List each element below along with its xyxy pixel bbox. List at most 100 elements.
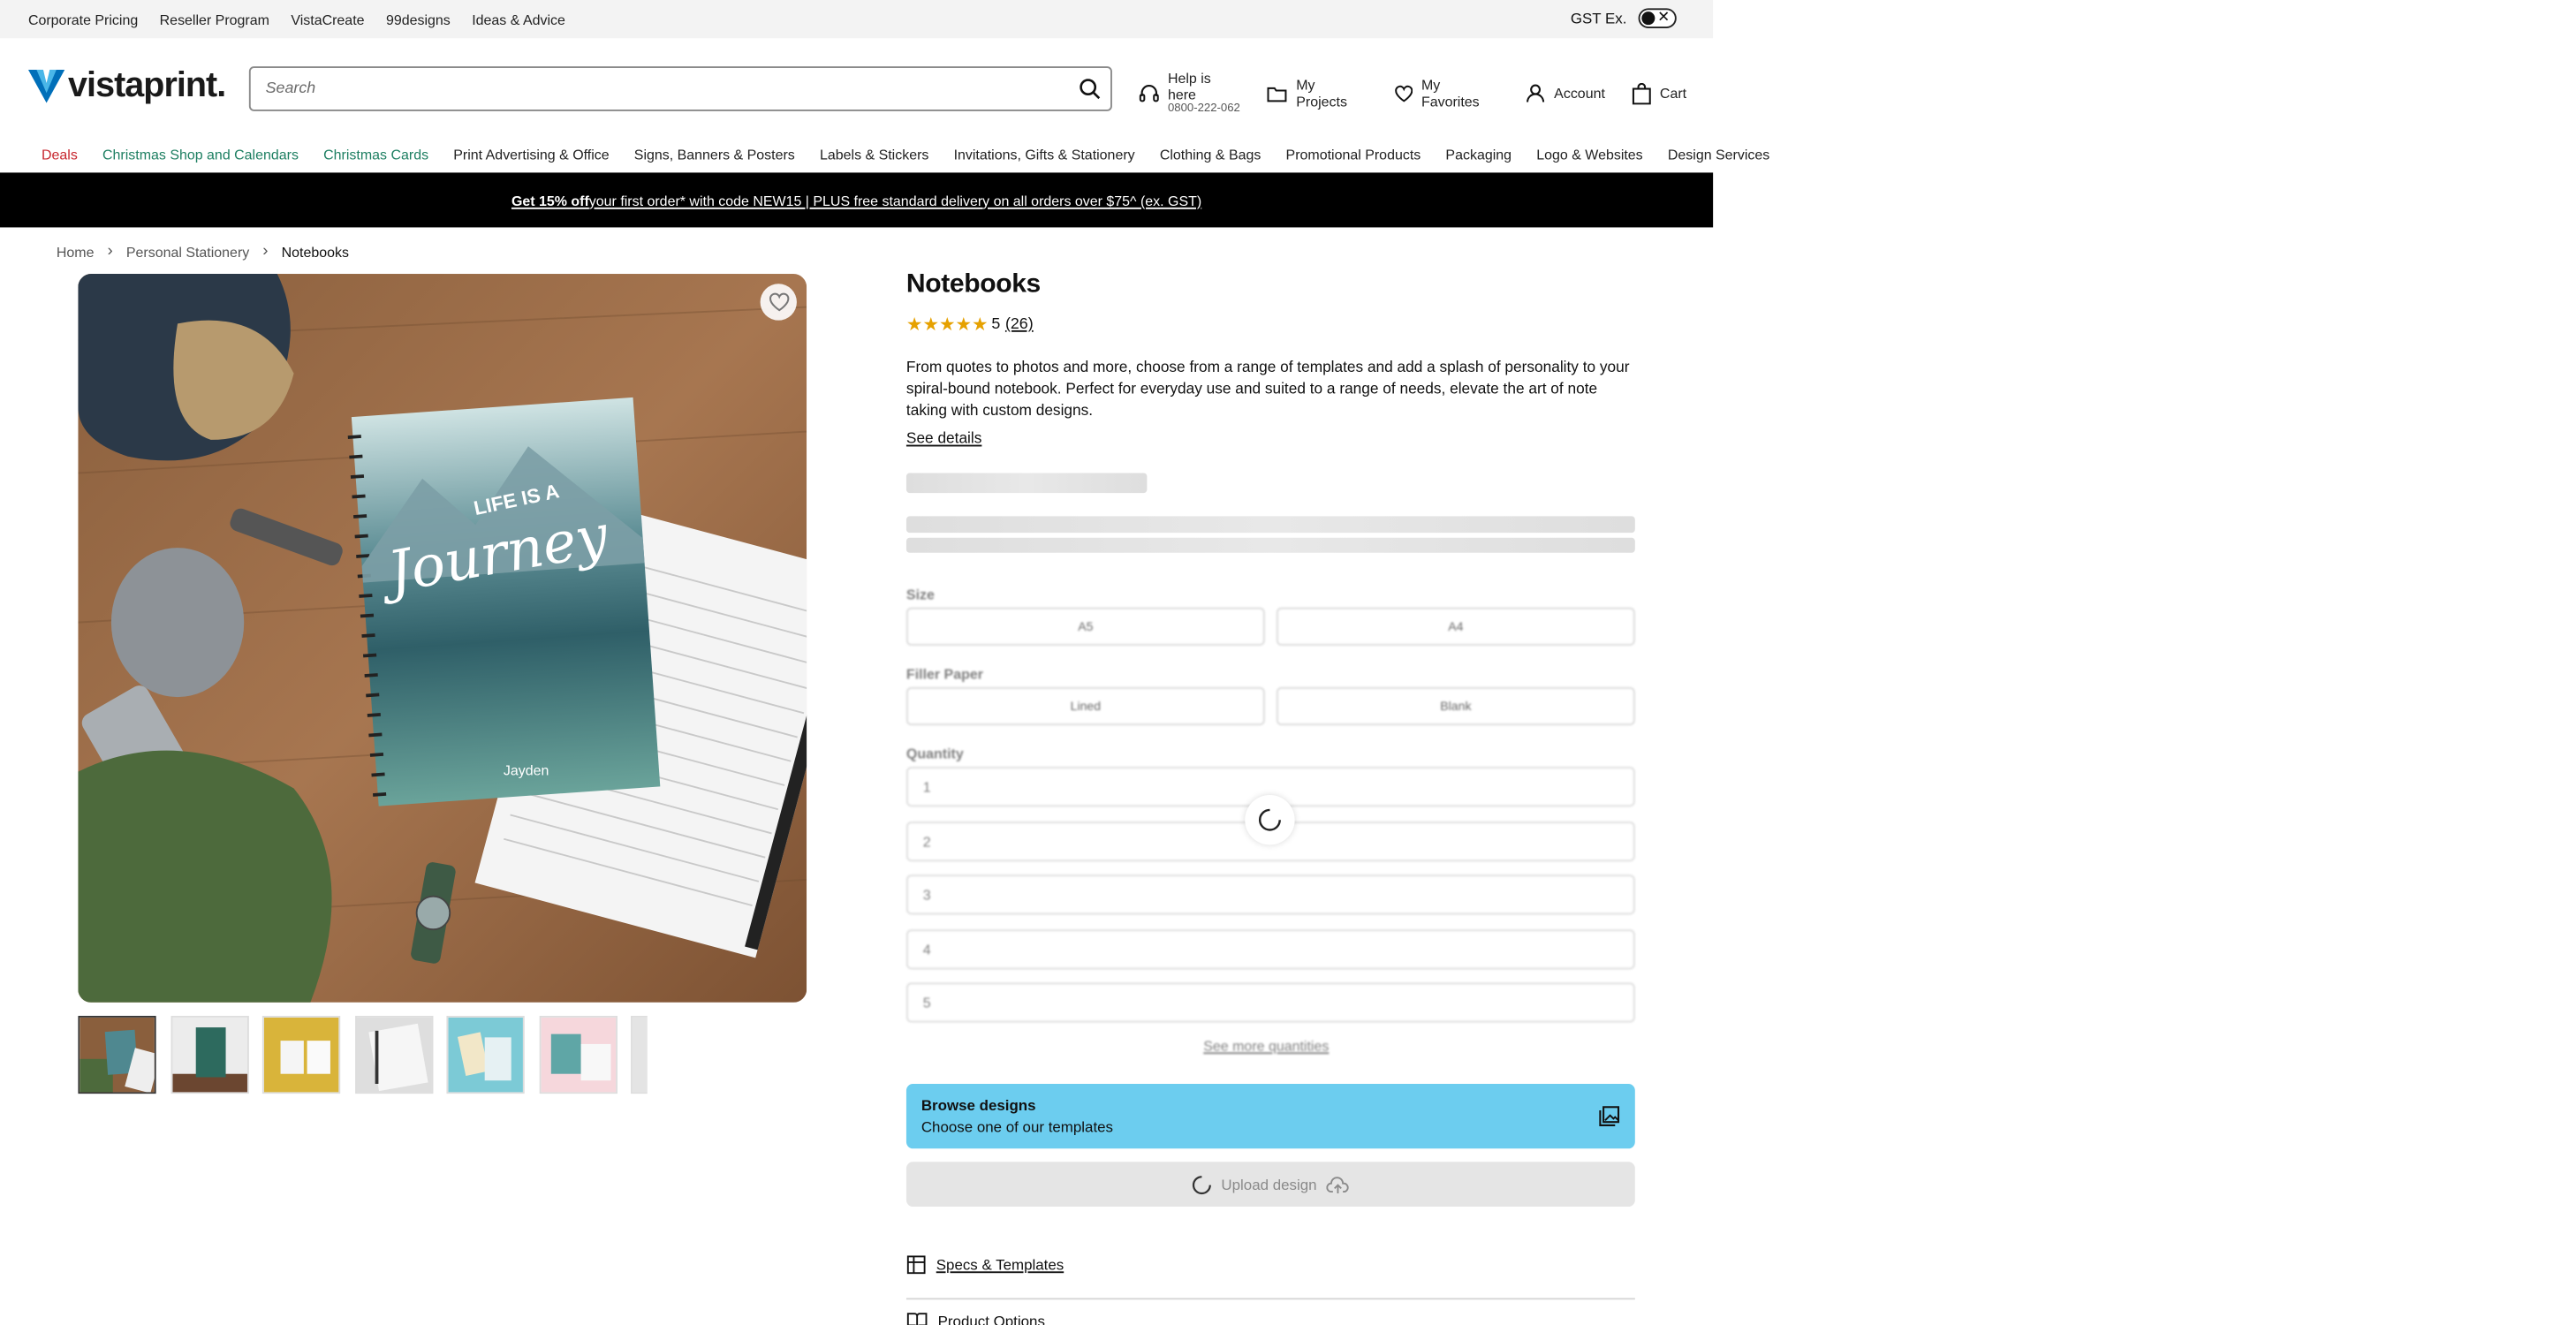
filler-option-lined[interactable]: Lined <box>905 686 1265 726</box>
see-more-quantities-link[interactable]: See more quantities <box>1203 1037 1329 1054</box>
thumbnail-6[interactable] <box>538 1015 617 1094</box>
link-corporate-pricing[interactable]: Corporate Pricing <box>28 11 138 27</box>
close-icon: ✕ <box>1657 8 1671 26</box>
nav-promotional-products[interactable]: Promotional Products <box>1286 145 1421 162</box>
gst-toggle[interactable]: ✕ <box>1638 8 1677 28</box>
gst-label: GST Ex. <box>1570 10 1627 27</box>
info-skeleton-1 <box>905 516 1635 534</box>
toggle-knob <box>1641 11 1655 26</box>
info-skeleton-2 <box>905 537 1635 553</box>
link-99designs[interactable]: 99designs <box>386 11 451 27</box>
specs-templates-link[interactable]: Specs & Templates <box>906 1255 1064 1276</box>
search-bar <box>248 66 1112 111</box>
nav-design-services[interactable]: Design Services <box>1668 145 1769 162</box>
chevron-right-icon: › <box>107 242 113 261</box>
link-vistacreate[interactable]: VistaCreate <box>291 11 364 27</box>
account-label: Account <box>1554 85 1605 102</box>
link-reseller-program[interactable]: Reseller Program <box>160 11 269 27</box>
help-button[interactable]: Help is here 0800-222-062 <box>1139 70 1240 117</box>
loading-spinner-icon <box>1192 1175 1211 1194</box>
nav-deals[interactable]: Deals <box>42 145 78 162</box>
nav-signs-banners[interactable]: Signs, Banners & Posters <box>634 145 795 162</box>
my-projects-button[interactable]: My Projects <box>1267 77 1367 110</box>
heart-icon <box>1394 85 1413 102</box>
promo-text: your first order* with code NEW15 | PLUS… <box>588 192 1202 208</box>
reviews-link[interactable]: (26) <box>1005 315 1034 334</box>
size-option-a5[interactable]: A5 <box>905 607 1265 646</box>
utility-bar: Corporate Pricing Reseller Program Vista… <box>0 0 1714 39</box>
table-icon <box>906 1255 926 1275</box>
bag-icon <box>1632 82 1651 105</box>
filler-paper-label: Filler Paper <box>905 665 983 683</box>
breadcrumb: Home › Personal Stationery › Notebooks <box>57 242 349 261</box>
quantity-option-5[interactable]: 5 <box>905 982 1635 1023</box>
book-icon <box>906 1313 928 1325</box>
filler-option-blank[interactable]: Blank <box>1276 686 1635 726</box>
link-ideas-advice[interactable]: Ideas & Advice <box>472 11 565 27</box>
notebook-scene: LIFE IS A Journey Jayden <box>78 274 807 1003</box>
my-favorites-label: My Favorites <box>1421 77 1480 110</box>
nav-logo-websites[interactable]: Logo & Websites <box>1536 145 1642 162</box>
site-header: vistaprint. Help is here 0800-222-062 My… <box>0 38 1713 134</box>
thumbnail-4[interactable] <box>354 1015 433 1094</box>
my-projects-label: My Projects <box>1296 77 1347 110</box>
browse-designs-subtitle: Choose one of our templates <box>921 1118 1114 1136</box>
cover-text-name: Jayden <box>504 763 549 778</box>
product-options-label: Product Options <box>937 1312 1045 1325</box>
account-button[interactable]: Account <box>1526 84 1605 104</box>
logo-v-icon <box>27 69 65 103</box>
thumbnail-1[interactable] <box>78 1015 156 1094</box>
nav-christmas-cards[interactable]: Christmas Cards <box>323 145 428 162</box>
product-main-image[interactable]: LIFE IS A Journey Jayden <box>78 274 807 1003</box>
promo-bold: Get 15% off <box>511 192 589 208</box>
upload-design-button[interactable]: Upload design <box>905 1162 1635 1208</box>
quantity-option-3[interactable]: 3 <box>905 874 1635 915</box>
thumbnail-strip <box>78 1015 648 1094</box>
nav-invitations-gifts[interactable]: Invitations, Gifts & Stationery <box>954 145 1135 162</box>
price-skeleton <box>905 473 1148 494</box>
breadcrumb-current: Notebooks <box>281 243 349 261</box>
product-details: Notebooks ★★★★★ 5 (26) From quotes to ph… <box>906 270 1637 448</box>
browse-designs-button[interactable]: Browse designs Choose one of our templat… <box>905 1083 1635 1149</box>
thumbnail-7[interactable] <box>631 1015 648 1094</box>
upload-design-label: Upload design <box>1221 1176 1317 1193</box>
thumbnail-2[interactable] <box>170 1015 248 1094</box>
quantity-option-4[interactable]: 4 <box>905 929 1635 970</box>
gallery-icon <box>1599 1106 1620 1126</box>
category-nav: Deals Christmas Shop and Calendars Chris… <box>0 134 1769 172</box>
breadcrumb-home[interactable]: Home <box>57 243 95 260</box>
gst-toggle-group: GST Ex. ✕ <box>1571 8 1677 28</box>
promo-banner[interactable]: Get 15% off your first order* with code … <box>0 172 1714 228</box>
cart-label: Cart <box>1659 85 1687 102</box>
nav-christmas-shop[interactable]: Christmas Shop and Calendars <box>102 145 299 162</box>
chevron-right-icon: › <box>262 242 269 261</box>
help-title: Help is here <box>1167 69 1211 103</box>
quantity-label: Quantity <box>905 745 964 762</box>
rating-summary: ★★★★★ 5 (26) <box>905 314 1637 336</box>
browse-designs-title: Browse designs <box>921 1097 1036 1114</box>
see-details-link[interactable]: See details <box>906 430 981 447</box>
product-description: From quotes to photos and more, choose f… <box>905 358 1630 419</box>
star-rating-icon: ★★★★★ <box>905 315 989 336</box>
nav-labels-stickers[interactable]: Labels & Stickers <box>820 145 928 162</box>
search-icon[interactable] <box>1067 78 1110 100</box>
user-icon <box>1527 85 1545 103</box>
vistaprint-logo[interactable]: vistaprint. <box>27 66 226 106</box>
size-label: Size <box>905 586 935 603</box>
help-phone: 0800-222-062 <box>1167 103 1240 116</box>
nav-print-advertising[interactable]: Print Advertising & Office <box>453 145 609 162</box>
nav-packaging[interactable]: Packaging <box>1445 145 1512 162</box>
product-options-link[interactable]: Product Options <box>906 1311 1045 1325</box>
thumbnail-3[interactable] <box>261 1015 341 1094</box>
add-to-favorites-button[interactable] <box>760 284 797 321</box>
size-option-a4[interactable]: A4 <box>1276 607 1635 646</box>
breadcrumb-category[interactable]: Personal Stationery <box>126 243 249 260</box>
loading-spinner-icon <box>1245 795 1295 845</box>
search-input[interactable] <box>250 80 1068 98</box>
folder-icon <box>1268 87 1288 102</box>
my-favorites-button[interactable]: My Favorites <box>1394 77 1499 110</box>
nav-clothing-bags[interactable]: Clothing & Bags <box>1160 145 1261 162</box>
thumbnail-5[interactable] <box>446 1015 525 1094</box>
cart-button[interactable]: Cart <box>1632 82 1687 105</box>
specs-templates-label: Specs & Templates <box>936 1256 1064 1274</box>
